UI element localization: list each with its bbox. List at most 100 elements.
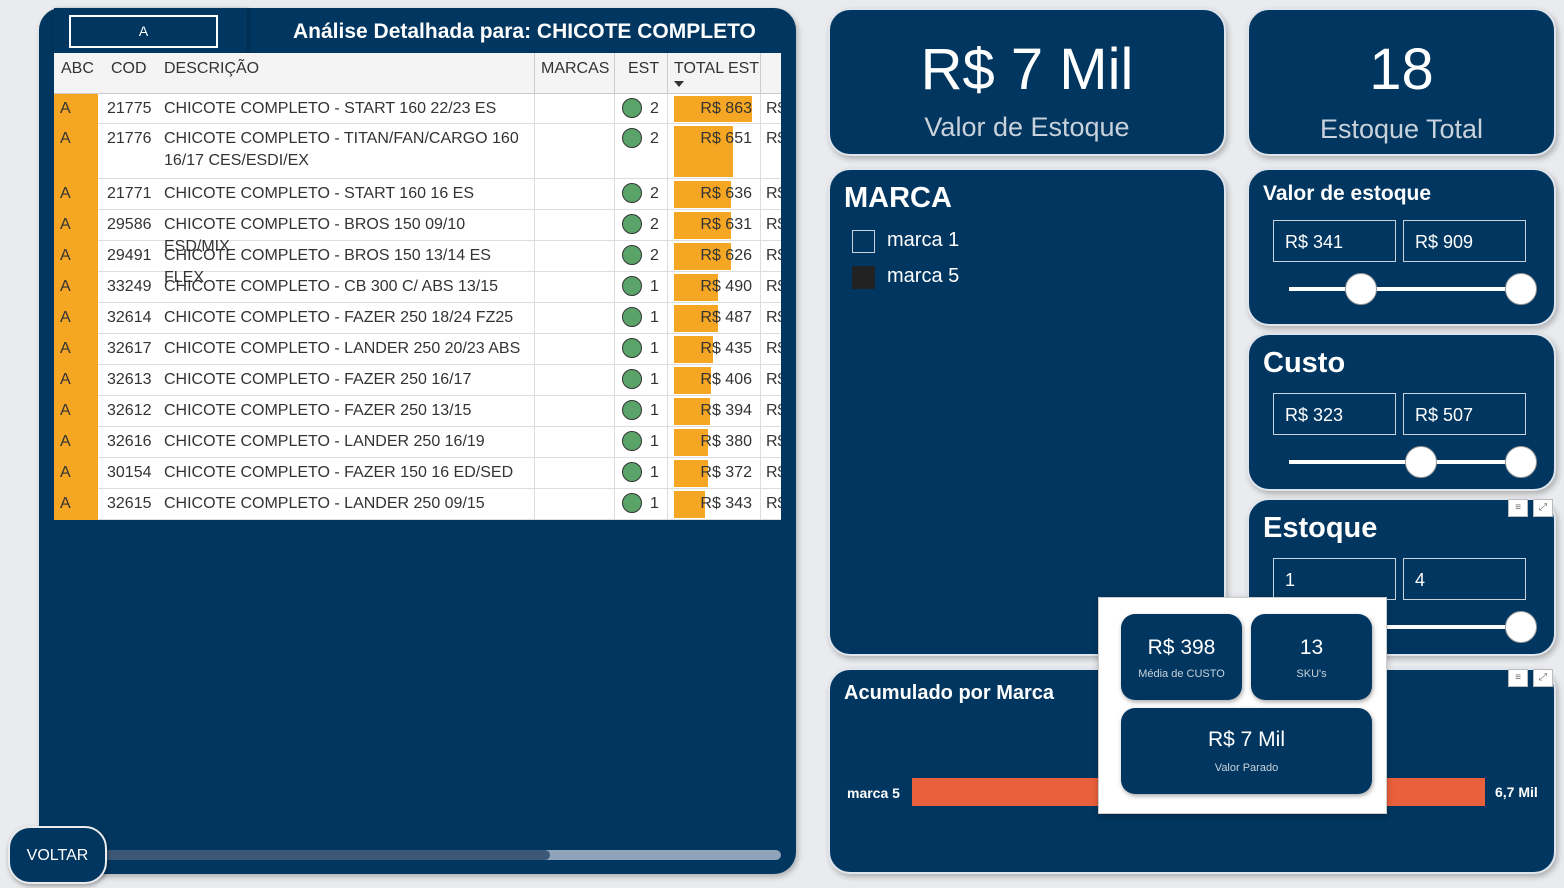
est-cell: 1 bbox=[650, 402, 659, 419]
range-max-input[interactable]: 4 bbox=[1403, 558, 1526, 600]
est-cell: 2 bbox=[650, 130, 659, 147]
abc-cell: A bbox=[54, 179, 98, 210]
status-dot-icon bbox=[622, 183, 642, 203]
scrollbar-thumb[interactable] bbox=[100, 850, 550, 860]
slider-low-handle[interactable] bbox=[1405, 446, 1438, 478]
slider-high-handle[interactable] bbox=[1505, 273, 1537, 305]
total-est-cell: R$ 631 bbox=[700, 216, 752, 233]
table-row[interactable]: A 21775 CHICOTE COMPLETO - START 160 22/23… bbox=[54, 94, 781, 124]
truncated-cell: R$ bbox=[766, 278, 781, 295]
cod-cell: 29586 bbox=[107, 216, 152, 233]
table-row[interactable]: A 32615 CHICOTE COMPLETO - LANDER 250 09/1… bbox=[54, 489, 781, 520]
table-row[interactable]: A 29491 CHICOTE COMPLETO - BROS 150 13/14 … bbox=[54, 241, 781, 286]
slider-high-handle[interactable] bbox=[1505, 446, 1537, 478]
filter-icon[interactable]: ≡ bbox=[1508, 669, 1528, 687]
col-header-total-est[interactable]: TOTAL EST bbox=[674, 60, 759, 78]
tooltip-label: SKU's bbox=[1296, 668, 1327, 680]
checkbox-checked-icon[interactable] bbox=[852, 266, 875, 289]
panel-title: Análise Detalhada para: CHICOTE COMPLETO bbox=[293, 20, 756, 43]
range-max-input[interactable]: R$ 909 bbox=[1403, 220, 1526, 262]
abc-cell: A bbox=[54, 210, 98, 241]
column-divider bbox=[534, 489, 535, 520]
tooltip-label: Valor Parado bbox=[1214, 762, 1279, 774]
table-row[interactable]: A 21776 CHICOTE COMPLETO - TITAN/FAN/CARGO… bbox=[54, 124, 781, 179]
table-row[interactable]: A 32613 CHICOTE COMPLETO - FAZER 250 16/17… bbox=[54, 365, 781, 396]
voltar-button[interactable]: VOLTAR bbox=[8, 826, 107, 884]
slider-track[interactable] bbox=[1289, 287, 1521, 291]
column-divider bbox=[760, 241, 761, 272]
total-est-cell: R$ 863 bbox=[700, 100, 752, 117]
column-divider bbox=[760, 303, 761, 334]
descricao-cell: CHICOTE COMPLETO - LANDER 250 09/15 bbox=[164, 495, 485, 512]
range-min-input[interactable]: R$ 341 bbox=[1273, 220, 1396, 262]
marca-option-label: marca 5 bbox=[887, 265, 960, 287]
column-divider bbox=[760, 489, 761, 520]
column-divider bbox=[667, 124, 668, 179]
descricao-cell: CHICOTE COMPLETO - FAZER 250 13/15 bbox=[164, 402, 472, 419]
range-max-input[interactable]: R$ 507 bbox=[1403, 393, 1526, 435]
truncated-cell: R$ bbox=[766, 130, 781, 147]
column-divider bbox=[534, 303, 535, 334]
column-divider bbox=[667, 94, 668, 124]
tooltip-value: R$ 398 bbox=[1147, 636, 1216, 659]
tooltip-media-custo-card: R$ 398 Média de CUSTO bbox=[1121, 614, 1242, 700]
table-row[interactable]: A 21771 CHICOTE COMPLETO - START 160 16 ES… bbox=[54, 179, 781, 210]
cod-cell: 30154 bbox=[107, 464, 152, 481]
col-header-marcas[interactable]: MARCAS bbox=[541, 60, 609, 78]
column-divider bbox=[614, 303, 615, 334]
est-cell: 2 bbox=[650, 247, 659, 264]
filter-icon[interactable]: ≡ bbox=[1508, 499, 1528, 517]
col-header-cod[interactable]: COD bbox=[111, 60, 147, 78]
column-divider bbox=[760, 365, 761, 396]
chart-title: Acumulado por Marca bbox=[844, 682, 1055, 704]
table-row[interactable]: A 33249 CHICOTE COMPLETO - CB 300 C/ ABS 1… bbox=[54, 272, 781, 303]
table-row[interactable]: A 30154 CHICOTE COMPLETO - FAZER 150 16 ED… bbox=[54, 458, 781, 489]
col-header-abc[interactable]: ABC bbox=[61, 60, 94, 78]
checkbox-icon[interactable] bbox=[852, 230, 875, 253]
column-divider bbox=[614, 458, 615, 489]
cod-cell: 32615 bbox=[107, 495, 152, 512]
table-row[interactable]: A 32616 CHICOTE COMPLETO - LANDER 250 16/1… bbox=[54, 427, 781, 458]
status-dot-icon bbox=[622, 245, 642, 265]
truncated-cell: R$ bbox=[766, 309, 781, 326]
col-header-descricao[interactable]: DESCRIÇÃO bbox=[164, 60, 259, 78]
column-divider bbox=[667, 334, 668, 365]
status-dot-icon bbox=[622, 369, 642, 389]
cod-cell: 21771 bbox=[107, 185, 152, 202]
column-divider bbox=[534, 210, 535, 241]
total-est-cell: R$ 435 bbox=[700, 340, 752, 357]
slider-high-handle[interactable] bbox=[1505, 611, 1537, 643]
est-cell: 1 bbox=[650, 371, 659, 388]
cod-cell: 32613 bbox=[107, 371, 152, 388]
slicer-title: Estoque bbox=[1263, 512, 1378, 544]
kpi-valor-estoque-card: R$ 7 Mil Valor de Estoque bbox=[828, 8, 1226, 156]
col-header-est[interactable]: EST bbox=[628, 60, 659, 78]
tooltip-skus-card: 13 SKU's bbox=[1251, 614, 1372, 700]
table-row[interactable]: A 32614 CHICOTE COMPLETO - FAZER 250 18/24… bbox=[54, 303, 781, 334]
abc-filter-dropdown[interactable]: A bbox=[69, 15, 218, 48]
slider-low-handle[interactable] bbox=[1344, 273, 1377, 305]
column-divider bbox=[614, 396, 615, 427]
cod-cell: 32612 bbox=[107, 402, 152, 419]
column-divider bbox=[534, 334, 535, 365]
total-est-cell: R$ 490 bbox=[700, 278, 752, 295]
est-cell: 1 bbox=[650, 433, 659, 450]
abc-cell: A bbox=[54, 241, 98, 272]
table-row[interactable]: A 32617 CHICOTE COMPLETO - LANDER 250 20/2… bbox=[54, 334, 781, 365]
cod-cell: 32614 bbox=[107, 309, 152, 326]
total-est-cell: R$ 626 bbox=[700, 247, 752, 264]
truncated-cell: R$ bbox=[766, 247, 781, 264]
table-row[interactable]: A 32612 CHICOTE COMPLETO - FAZER 250 13/15… bbox=[54, 396, 781, 427]
table-row[interactable]: A 29586 CHICOTE COMPLETO - BROS 150 09/10 … bbox=[54, 210, 781, 255]
expand-icon[interactable]: ⤢ bbox=[1533, 499, 1553, 517]
cod-cell: 21775 bbox=[107, 100, 152, 117]
marca-option-label: marca 1 bbox=[887, 229, 960, 251]
total-est-cell: R$ 394 bbox=[700, 402, 752, 419]
range-min-input[interactable]: R$ 323 bbox=[1273, 393, 1396, 435]
expand-icon[interactable]: ⤢ bbox=[1533, 669, 1553, 687]
truncated-cell: R$ bbox=[766, 100, 781, 117]
truncated-cell: R$ bbox=[766, 402, 781, 419]
range-min-input[interactable]: 1 bbox=[1273, 558, 1396, 600]
descricao-cell: CHICOTE COMPLETO - FAZER 250 18/24 FZ25 bbox=[164, 309, 514, 326]
truncated-cell: R$ bbox=[766, 464, 781, 481]
